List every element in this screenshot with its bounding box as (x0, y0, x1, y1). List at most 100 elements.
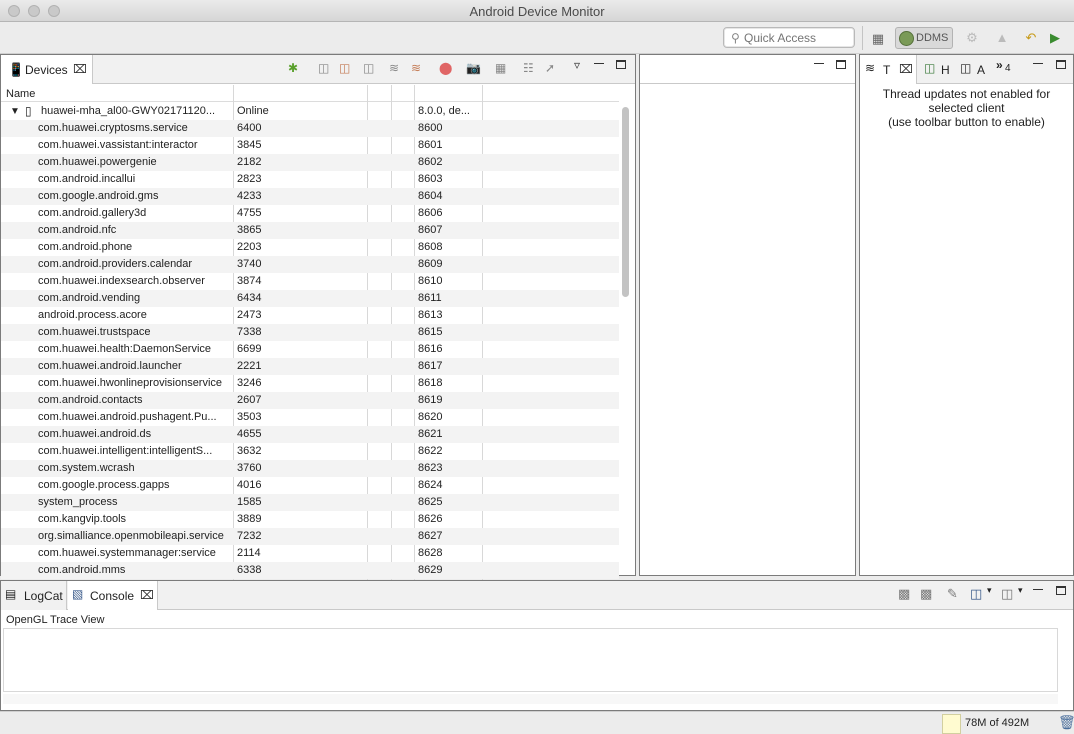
table-row[interactable]: com.android.mms 6338 8629 (1, 562, 619, 579)
trash-icon[interactable]: 🗑 (1058, 714, 1074, 731)
heap-status-bar[interactable] (942, 714, 961, 734)
process-pid: 2221 (237, 360, 262, 372)
scrollbar-thumb[interactable] (622, 107, 629, 297)
process-pid: 6699 (237, 343, 262, 355)
allocation-icon[interactable]: ◫ (960, 61, 971, 75)
chevron-down-icon[interactable]: ▾ (1018, 585, 1023, 596)
table-row[interactable]: com.huawei.android.pushagent.Pu... 3503 86… (1, 409, 619, 426)
table-row[interactable]: com.android.phone 2203 8608 (1, 239, 619, 256)
process-name: com.android.providers.calendar (38, 258, 193, 270)
table-row[interactable]: com.google.android.gms 4233 8604 (1, 188, 619, 205)
debug-menu-icon[interactable]: ▲ (993, 29, 1011, 47)
table-row[interactable]: com.huawei.powergenie 2182 8602 (1, 154, 619, 171)
tab-heap-label[interactable]: H (941, 63, 950, 77)
table-row[interactable]: com.android.nfc 3865 8607 (1, 222, 619, 239)
dump-view-hierarchy-icon[interactable]: ▦ (495, 61, 506, 75)
cause-gc-icon[interactable]: ◫ (363, 61, 374, 75)
table-row[interactable]: android.process.acore 2473 8613 (1, 307, 619, 324)
chevron-down-icon[interactable]: ▾ (987, 585, 992, 596)
process-pid: 2182 (237, 156, 262, 168)
update-heap-icon[interactable]: ◫ (318, 61, 329, 75)
minimize-icon[interactable] (594, 63, 604, 64)
console-output[interactable] (3, 628, 1058, 692)
minimize-icon[interactable] (1033, 589, 1043, 590)
quick-access-input[interactable] (744, 30, 852, 45)
tab-devices[interactable]: 📱 Devices ⌧ (1, 55, 93, 84)
process-pid: 3503 (237, 411, 262, 423)
overflow-tab-count[interactable]: 4 (1005, 63, 1011, 74)
table-header: Name (1, 85, 619, 102)
run-external-icon[interactable]: ▶ (1046, 29, 1064, 47)
quick-access-field[interactable]: ⚲ (723, 27, 855, 48)
table-row[interactable]: com.huawei.vassistant:interactor 3845 8601 (1, 137, 619, 154)
column-name-header[interactable]: Name (6, 88, 35, 100)
tab-logcat[interactable]: ▤ LogCat (1, 581, 67, 610)
horizontal-scrollbar[interactable] (3, 694, 1058, 704)
process-name: android.process.acore (38, 309, 147, 321)
heap-status-text: 78M of 492M (965, 717, 1030, 729)
debug-process-icon[interactable]: ✱ (288, 61, 298, 75)
table-row[interactable]: com.huawei.cryptosms.service 6400 8600 (1, 120, 619, 137)
process-name: com.android.phone (38, 241, 133, 253)
window-title: Android Device Monitor (469, 4, 605, 19)
maximize-icon[interactable] (1056, 586, 1066, 595)
opengl-trace-icon[interactable]: ➚ (545, 61, 555, 75)
tab-console[interactable]: ▧ Console ⌧ (68, 581, 158, 610)
table-row[interactable]: com.huawei.indexsearch.observer 3874 8610 (1, 273, 619, 290)
table-row[interactable]: com.huawei.systemmanager:service 2114 8628 (1, 545, 619, 562)
run-menu-icon[interactable]: ⚙ (963, 29, 981, 47)
close-icon[interactable]: ⌧ (140, 588, 154, 602)
table-row[interactable]: com.google.process.gapps 4016 8624 (1, 477, 619, 494)
vertical-scrollbar[interactable] (621, 103, 631, 573)
pin-console-icon[interactable]: ✎ (947, 586, 958, 602)
table-row[interactable]: com.android.providers.calendar 3740 8609 (1, 256, 619, 273)
start-method-profiling-icon[interactable]: ≋ (411, 61, 421, 75)
close-icon[interactable]: ⌧ (899, 62, 913, 76)
maximize-icon[interactable] (1056, 60, 1066, 69)
table-row[interactable]: com.huawei.intelligent:intelligentS... 36… (1, 443, 619, 460)
systrace-icon[interactable]: ☷ (523, 61, 534, 75)
table-row[interactable]: com.huawei.hwonlineprovisionservice 3246 8… (1, 375, 619, 392)
dump-hprof-icon[interactable]: ◫ (339, 61, 350, 75)
minimize-icon[interactable] (814, 63, 824, 64)
close-icon[interactable]: ⌧ (73, 62, 87, 76)
open-console-icon[interactable]: ◫ (1001, 586, 1013, 602)
screen-capture-icon[interactable]: 📷 (466, 61, 481, 75)
table-row[interactable]: com.huawei.android.ds 4655 8621 (1, 426, 619, 443)
display-console-icon[interactable]: ◫ (970, 586, 982, 602)
tab-devices-label: Devices (25, 63, 68, 77)
overflow-tabs-icon[interactable]: » (996, 58, 1003, 72)
tab-allocation-label[interactable]: A (977, 63, 985, 77)
editor-tabbar (640, 55, 855, 84)
table-row[interactable]: com.android.contacts 2607 8619 (1, 392, 619, 409)
table-row[interactable]: com.huawei.trustspace 7338 8615 (1, 324, 619, 341)
expand-toggle-icon[interactable]: ▼ (10, 106, 20, 117)
minimize-icon[interactable] (1033, 63, 1043, 64)
table-row[interactable]: system_process 1585 8625 (1, 494, 619, 511)
scroll-lock-icon[interactable]: ▩ (920, 586, 932, 602)
table-row[interactable]: org.simalliance.openmobileapi.service 723… (1, 528, 619, 545)
table-row[interactable]: com.android.gallery3d 4755 8606 (1, 205, 619, 222)
table-row[interactable]: com.system.wcrash 3760 8623 (1, 460, 619, 477)
process-pid: 2823 (237, 173, 262, 185)
process-pid: 6400 (237, 122, 262, 134)
update-threads-icon[interactable]: ≋ (389, 61, 399, 75)
device-row[interactable]: ▼ ▯ huawei-mha_al00-GWY02171120... Online 8.… (1, 103, 619, 120)
process-name: com.huawei.indexsearch.observer (38, 275, 205, 287)
table-row[interactable]: com.android.vending 6434 8611 (1, 290, 619, 307)
clear-console-icon[interactable]: ▩ (898, 586, 910, 602)
table-row[interactable]: com.huawei.android.launcher 2221 8617 (1, 358, 619, 375)
table-row[interactable]: com.kangvip.tools 3889 8626 (1, 511, 619, 528)
open-perspective-icon[interactable]: ▦ (869, 30, 887, 48)
ddms-perspective-button[interactable]: DDMS (895, 27, 953, 49)
back-navigation-icon[interactable]: ↶ (1022, 29, 1040, 47)
stop-process-icon[interactable]: ⬤ (439, 61, 452, 75)
heap-icon[interactable]: ◫ (924, 61, 935, 75)
maximize-icon[interactable] (616, 60, 626, 69)
maximize-icon[interactable] (836, 60, 846, 69)
table-row[interactable]: com.huawei.health:DaemonService 6699 8616 (1, 341, 619, 358)
view-menu-icon[interactable]: ▿ (574, 58, 580, 72)
process-pid: 2114 (237, 547, 261, 559)
table-row[interactable]: com.android.incallui 2823 8603 (1, 171, 619, 188)
tab-threads[interactable]: ≋ T ⌧ (860, 55, 917, 84)
